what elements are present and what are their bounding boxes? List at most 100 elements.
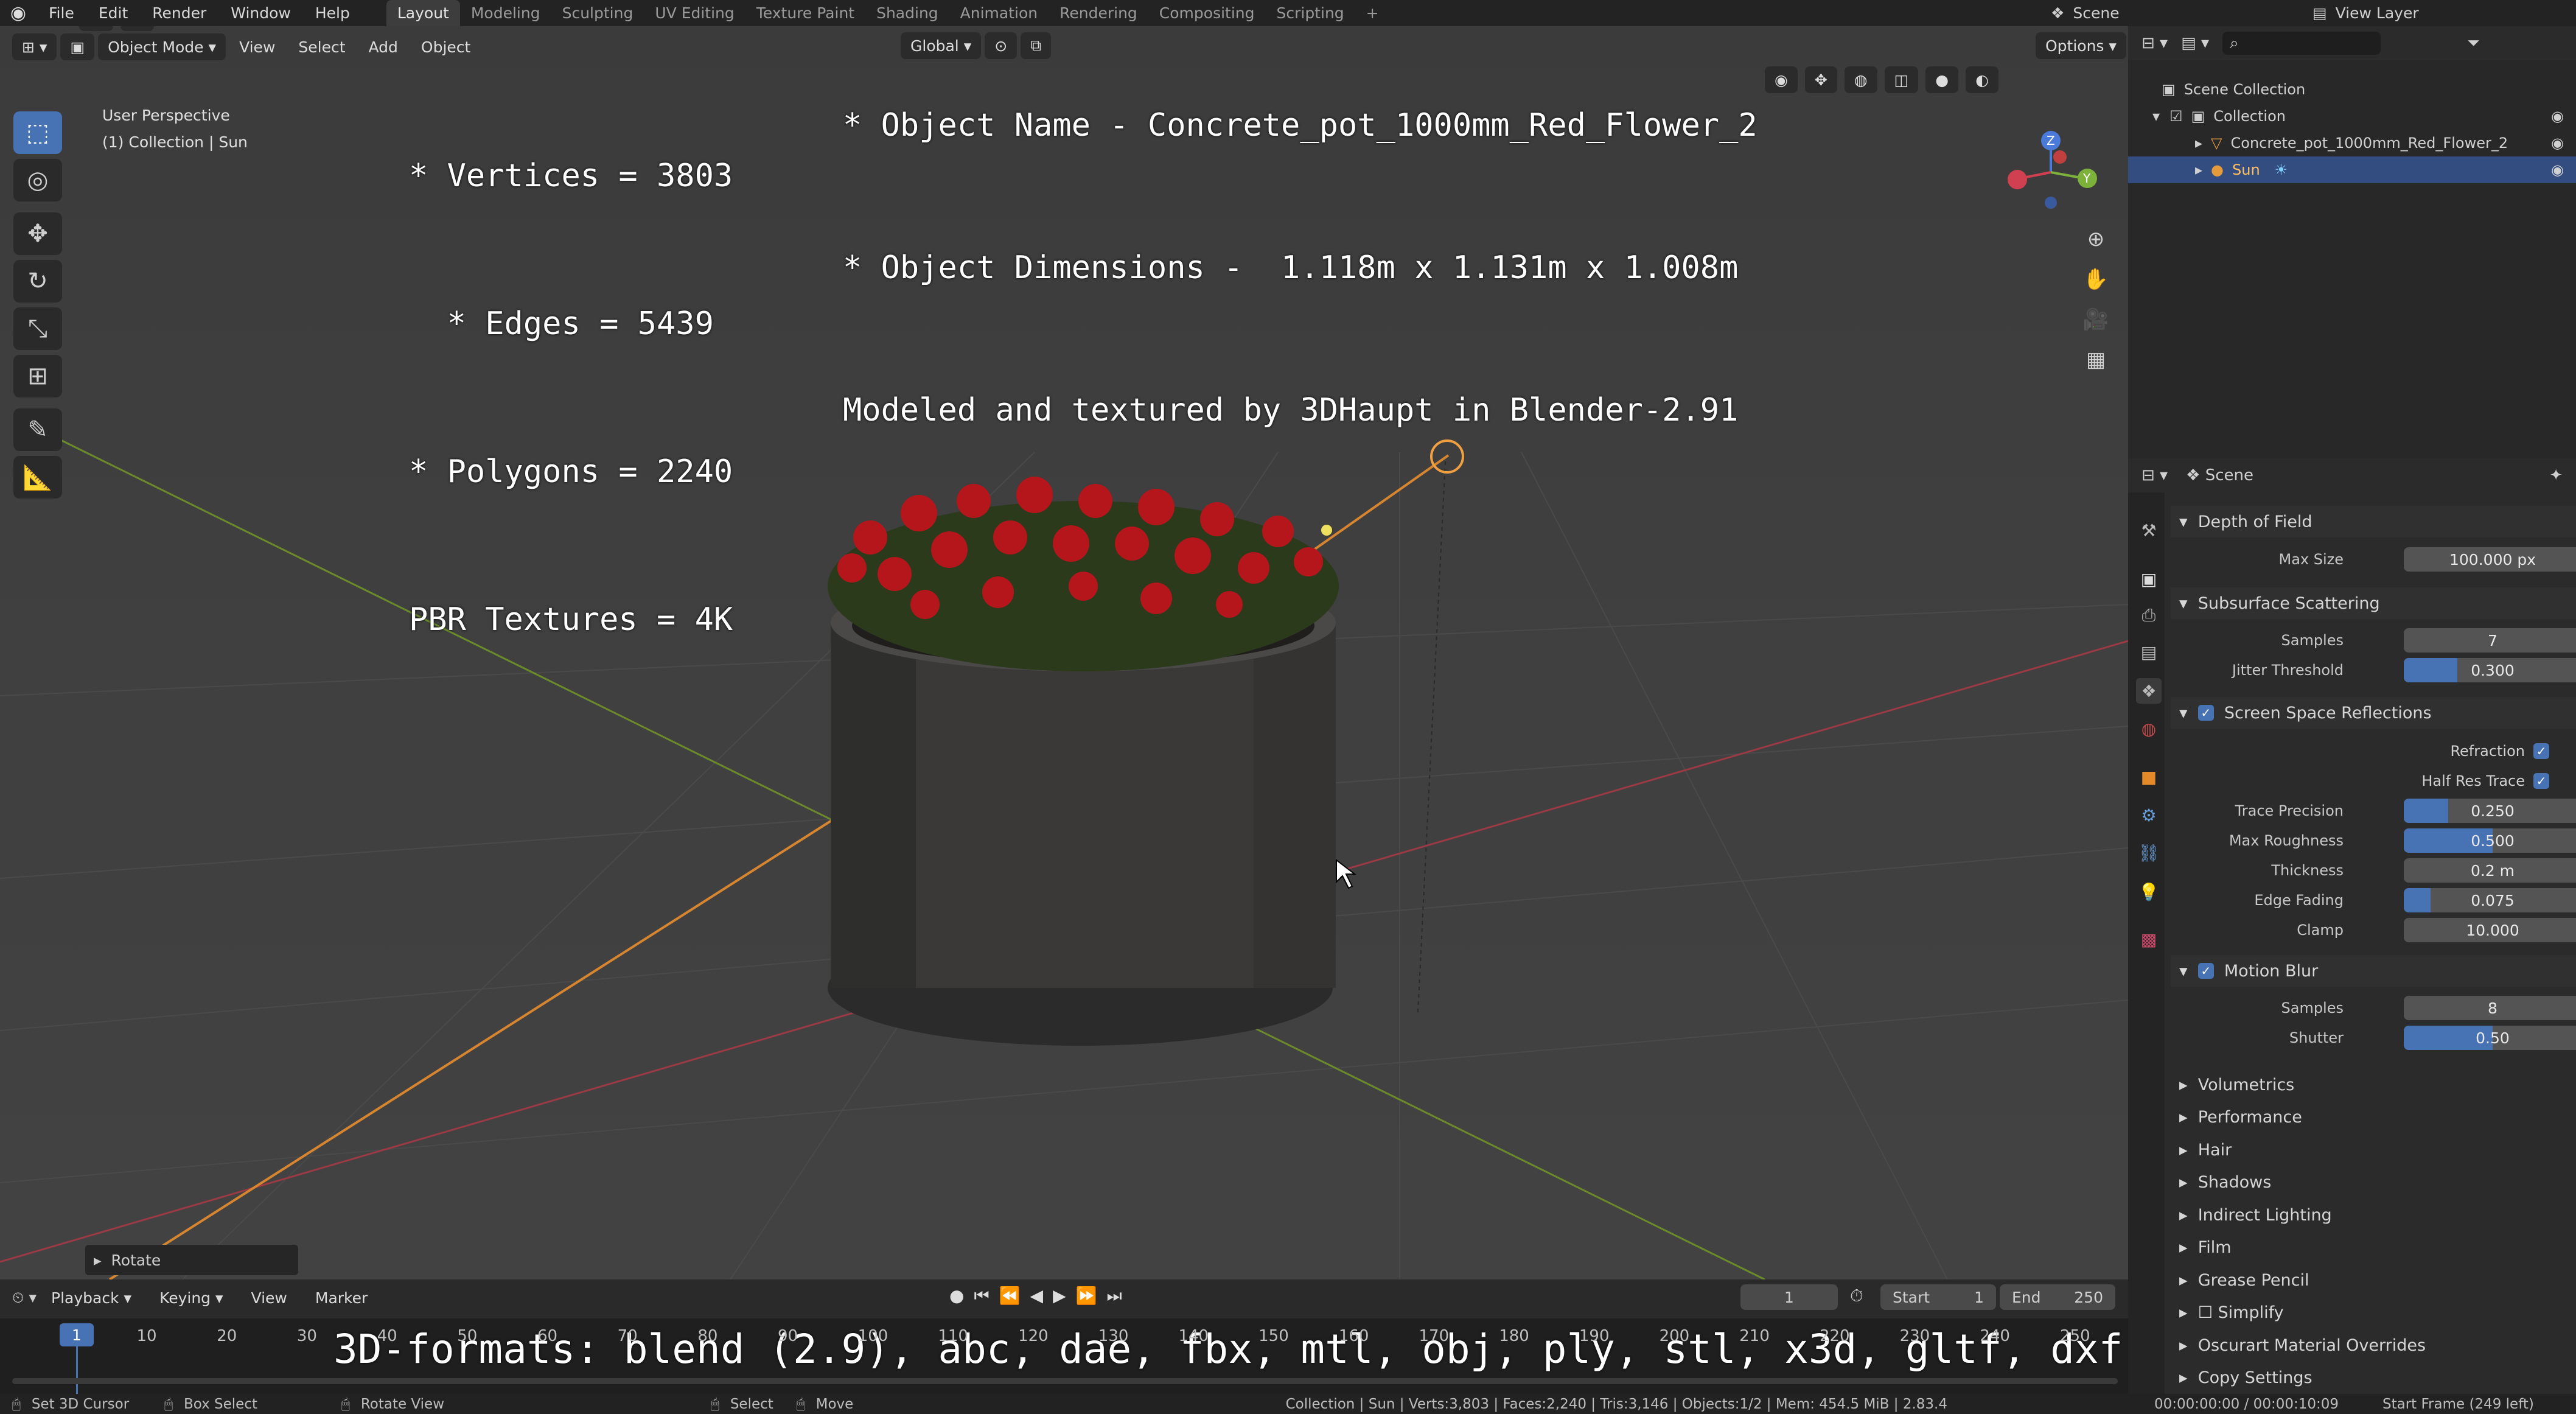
scene-tab-icon[interactable]: ❖ [2136, 678, 2162, 704]
pin-icon[interactable]: ✦ [2549, 466, 2563, 485]
menu-keying[interactable]: Keying ▾ [150, 1284, 232, 1311]
mode-selector[interactable]: Object Mode ▾ [98, 33, 226, 60]
ortho-grid-icon[interactable]: ▦ [2078, 341, 2114, 378]
zoom-icon[interactable]: ⊕ [2078, 221, 2114, 257]
3d-viewport[interactable]: ⊞ ▾ ▣ Object Mode ▾ View Select Add Obje… [0, 26, 2128, 1279]
constraints-tab-icon[interactable]: ⛓ [2136, 840, 2162, 866]
tool-annotate[interactable]: ✎ [13, 408, 62, 451]
eye-icon[interactable]: ◉ [2551, 108, 2564, 125]
view-layer-icon[interactable]: ▤ [2312, 4, 2327, 22]
properties-editor[interactable]: ⊟ ▾ ❖ Scene ✦ ▾ Depth of Field Max Size 1… [2128, 458, 2576, 1394]
menu-select[interactable]: Select [288, 33, 355, 60]
pan-hand-icon[interactable]: ✋ [2078, 261, 2114, 298]
select-mode-button[interactable]: ▣ [60, 33, 95, 60]
expand-arrow-icon[interactable]: ▸ [2195, 135, 2202, 152]
view-layer-name[interactable]: View Layer [2336, 4, 2419, 22]
tool-measure[interactable]: 📐 [13, 456, 62, 499]
shading-solid-icon[interactable]: ● [1925, 66, 1959, 93]
end-frame-field[interactable]: End 250 [2000, 1284, 2115, 1310]
tab-sculpting[interactable]: Sculpting [551, 0, 644, 26]
tab-scripting[interactable]: Scripting [1266, 0, 1355, 26]
timeline-scrollbar[interactable] [12, 1378, 2118, 1384]
panel-shadows[interactable]: ▸ Shadows [2171, 1167, 2576, 1199]
add-workspace-icon[interactable]: + [1355, 0, 1390, 26]
menu-marker[interactable]: Marker [305, 1284, 377, 1311]
collection-row[interactable]: ▾ ☑ ▣ Collection ◉ [2128, 103, 2576, 130]
select-extend-icon[interactable]: ▦ [120, 26, 155, 31]
editor-type-button[interactable]: ⊞ ▾ [12, 33, 57, 60]
panel-indirect-lighting[interactable]: ▸ Indirect Lighting [2171, 1199, 2576, 1231]
menu-help[interactable]: Help [303, 0, 362, 26]
modifier-tab-icon[interactable]: ⚙ [2136, 802, 2162, 828]
tab-shading[interactable]: Shading [865, 0, 949, 26]
gizmo-icon[interactable]: ✥ [1804, 66, 1837, 93]
tool-select-box[interactable]: ⬚ [13, 111, 62, 154]
outliner-item-pot[interactable]: ▸ ▽ Concrete_pot_1000mm_Red_Flower_2 ◉ [2128, 130, 2576, 156]
tool-transform[interactable]: ⊞ [13, 355, 62, 397]
mb-samples-field[interactable]: 8 [2404, 996, 2576, 1020]
max-roughness-slider[interactable]: 0.500 [2404, 828, 2576, 853]
texture-tab-icon[interactable]: ▩ [2136, 926, 2162, 952]
object-data-tab-icon[interactable]: 💡 [2136, 879, 2162, 905]
outliner-search-input[interactable]: ⌕ [2222, 32, 2381, 55]
outliner-item-sun[interactable]: ▸ ● Sun ☀ ◉ [2128, 156, 2576, 183]
expand-arrow-icon[interactable]: ▾ [2152, 108, 2160, 125]
jump-end-icon[interactable]: ⏭ [1106, 1286, 1122, 1306]
tab-rendering[interactable]: Rendering [1049, 0, 1148, 26]
xray-icon[interactable]: ◫ [1884, 66, 1919, 93]
view-layer-tab-icon[interactable]: ▤ [2136, 639, 2162, 665]
display-mode-icon[interactable]: ▤ ▾ [2181, 34, 2209, 52]
shutter-slider[interactable]: 0.50 [2404, 1026, 2576, 1050]
max-size-field[interactable]: 100.000 px [2404, 547, 2576, 572]
outliner-type-icon[interactable]: ⊟ ▾ [2141, 34, 2168, 52]
options-button[interactable]: Options ▾ [2036, 32, 2126, 59]
menu-render[interactable]: Render [140, 0, 218, 26]
trace-precision-slider[interactable]: 0.250 [2404, 799, 2576, 823]
filter-icon[interactable]: ⏷ [2467, 34, 2480, 53]
last-operator-panel[interactable]: ▸ Rotate [85, 1245, 298, 1275]
tab-modeling[interactable]: Modeling [460, 0, 551, 26]
menu-file[interactable]: File [37, 0, 86, 26]
scene-icon[interactable]: ❖ [2051, 4, 2064, 22]
menu-window[interactable]: Window [218, 0, 303, 26]
play-reverse-icon[interactable]: ◀ [1030, 1286, 1044, 1306]
menu-edit[interactable]: Edit [86, 0, 140, 26]
menu-view[interactable]: View [229, 33, 285, 60]
camera-view-icon[interactable]: 🎥 [2078, 301, 2114, 338]
overlay-icon[interactable]: ◍ [1844, 66, 1877, 93]
jump-start-icon[interactable]: ⏮ [974, 1286, 989, 1306]
sss-samples-field[interactable]: 7 [2404, 628, 2576, 653]
scene-collection-row[interactable]: ▣ Scene Collection [2128, 76, 2576, 103]
playhead[interactable]: 1 [60, 1323, 94, 1346]
panel-oscurart-material-overrides[interactable]: ▸ Oscurart Material Overrides [2171, 1329, 2576, 1361]
panel-film[interactable]: ▸ Film [2171, 1232, 2576, 1264]
stopwatch-icon[interactable]: ⏱ [1850, 1286, 1863, 1306]
tool-scale[interactable]: ⤡ [13, 307, 62, 350]
outliner[interactable]: ⊟ ▾ ▤ ▾ ⌕ ⏷ ▣ Scene Collection ▾ ☑ ▣ Collect… [2128, 26, 2576, 458]
menu-timeline-view[interactable]: View [242, 1284, 297, 1311]
panel-motion-blur[interactable]: ▾ ✓ Motion Blur [2171, 955, 2576, 987]
thickness-field[interactable]: 0.2 m [2404, 858, 2576, 883]
navigation-gizmo[interactable]: Z Y [2002, 105, 2100, 239]
enable-checkbox[interactable]: ✓ [2197, 705, 2214, 721]
tool-cursor[interactable]: ◎ [13, 159, 62, 201]
tool-rotate[interactable]: ↻ [13, 260, 62, 303]
current-frame-field[interactable]: 1 [1740, 1284, 1838, 1310]
tool-settings-tab-icon[interactable]: ⚒ [2136, 517, 2162, 543]
panel-volumetrics[interactable]: ▸ Volumetrics [2171, 1069, 2576, 1101]
tool-move[interactable]: ✥ [13, 212, 62, 255]
prev-key-icon[interactable]: ⏪ [999, 1286, 1021, 1306]
refraction-checkbox[interactable]: ✓ [2533, 743, 2549, 759]
simplify-checkbox[interactable]: ☐ [2198, 1303, 2218, 1322]
panel-hair[interactable]: ▸ Hair [2171, 1134, 2576, 1166]
jitter-threshold-slider[interactable]: 0.300 [2404, 658, 2576, 682]
output-tab-icon[interactable]: ⎙ [2136, 603, 2162, 628]
object-tab-icon[interactable]: ■ [2136, 764, 2162, 789]
play-icon[interactable]: ▶ [1053, 1286, 1066, 1306]
eye-icon[interactable]: ◉ [2551, 135, 2564, 152]
world-tab-icon[interactable]: ◍ [2136, 716, 2162, 741]
panel-depth-of-field[interactable]: ▾ Depth of Field [2171, 506, 2576, 537]
menu-playback[interactable]: Playback ▾ [41, 1284, 141, 1311]
tab-uv-editing[interactable]: UV Editing [644, 0, 745, 26]
record-icon[interactable]: ● [949, 1286, 964, 1306]
